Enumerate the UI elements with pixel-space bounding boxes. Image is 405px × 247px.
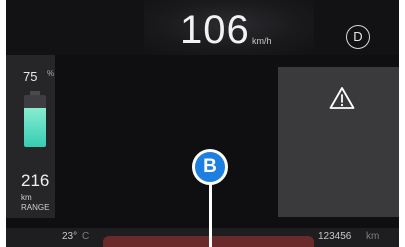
- battery-percent-sign: %: [47, 69, 55, 78]
- battery-percent: 75: [23, 69, 38, 84]
- battery-body: [24, 95, 46, 147]
- marker-stem: [209, 175, 212, 247]
- battery-panel: 75 % 216 km RANGE: [6, 55, 55, 218]
- instrument-cluster-screen: 106 km/h D 75 % 216 km RANGE 23° C 12345…: [6, 0, 399, 247]
- marker-b-pin[interactable]: B: [192, 149, 228, 185]
- odometer-unit: km: [366, 231, 380, 242]
- warning-triangle-icon: [329, 87, 355, 109]
- odometer-value: 123456: [318, 231, 352, 242]
- speedometer: 106 km/h: [144, 0, 314, 55]
- speed-value: 106: [180, 8, 250, 52]
- battery-level-fill: [24, 108, 46, 147]
- top-bar: 106 km/h D: [6, 0, 399, 55]
- battery-icon: [24, 91, 46, 147]
- temperature-unit: C: [82, 231, 90, 242]
- bottom-bar: 23° C 123456 km: [6, 228, 399, 247]
- speed-unit: km/h: [252, 36, 272, 46]
- warning-panel[interactable]: [278, 67, 399, 217]
- outside-temperature: 23°: [62, 231, 78, 242]
- range-value: 216: [21, 171, 50, 190]
- range-label: RANGE: [21, 203, 50, 212]
- gear-indicator: D: [346, 25, 370, 49]
- range-unit: km: [21, 193, 32, 202]
